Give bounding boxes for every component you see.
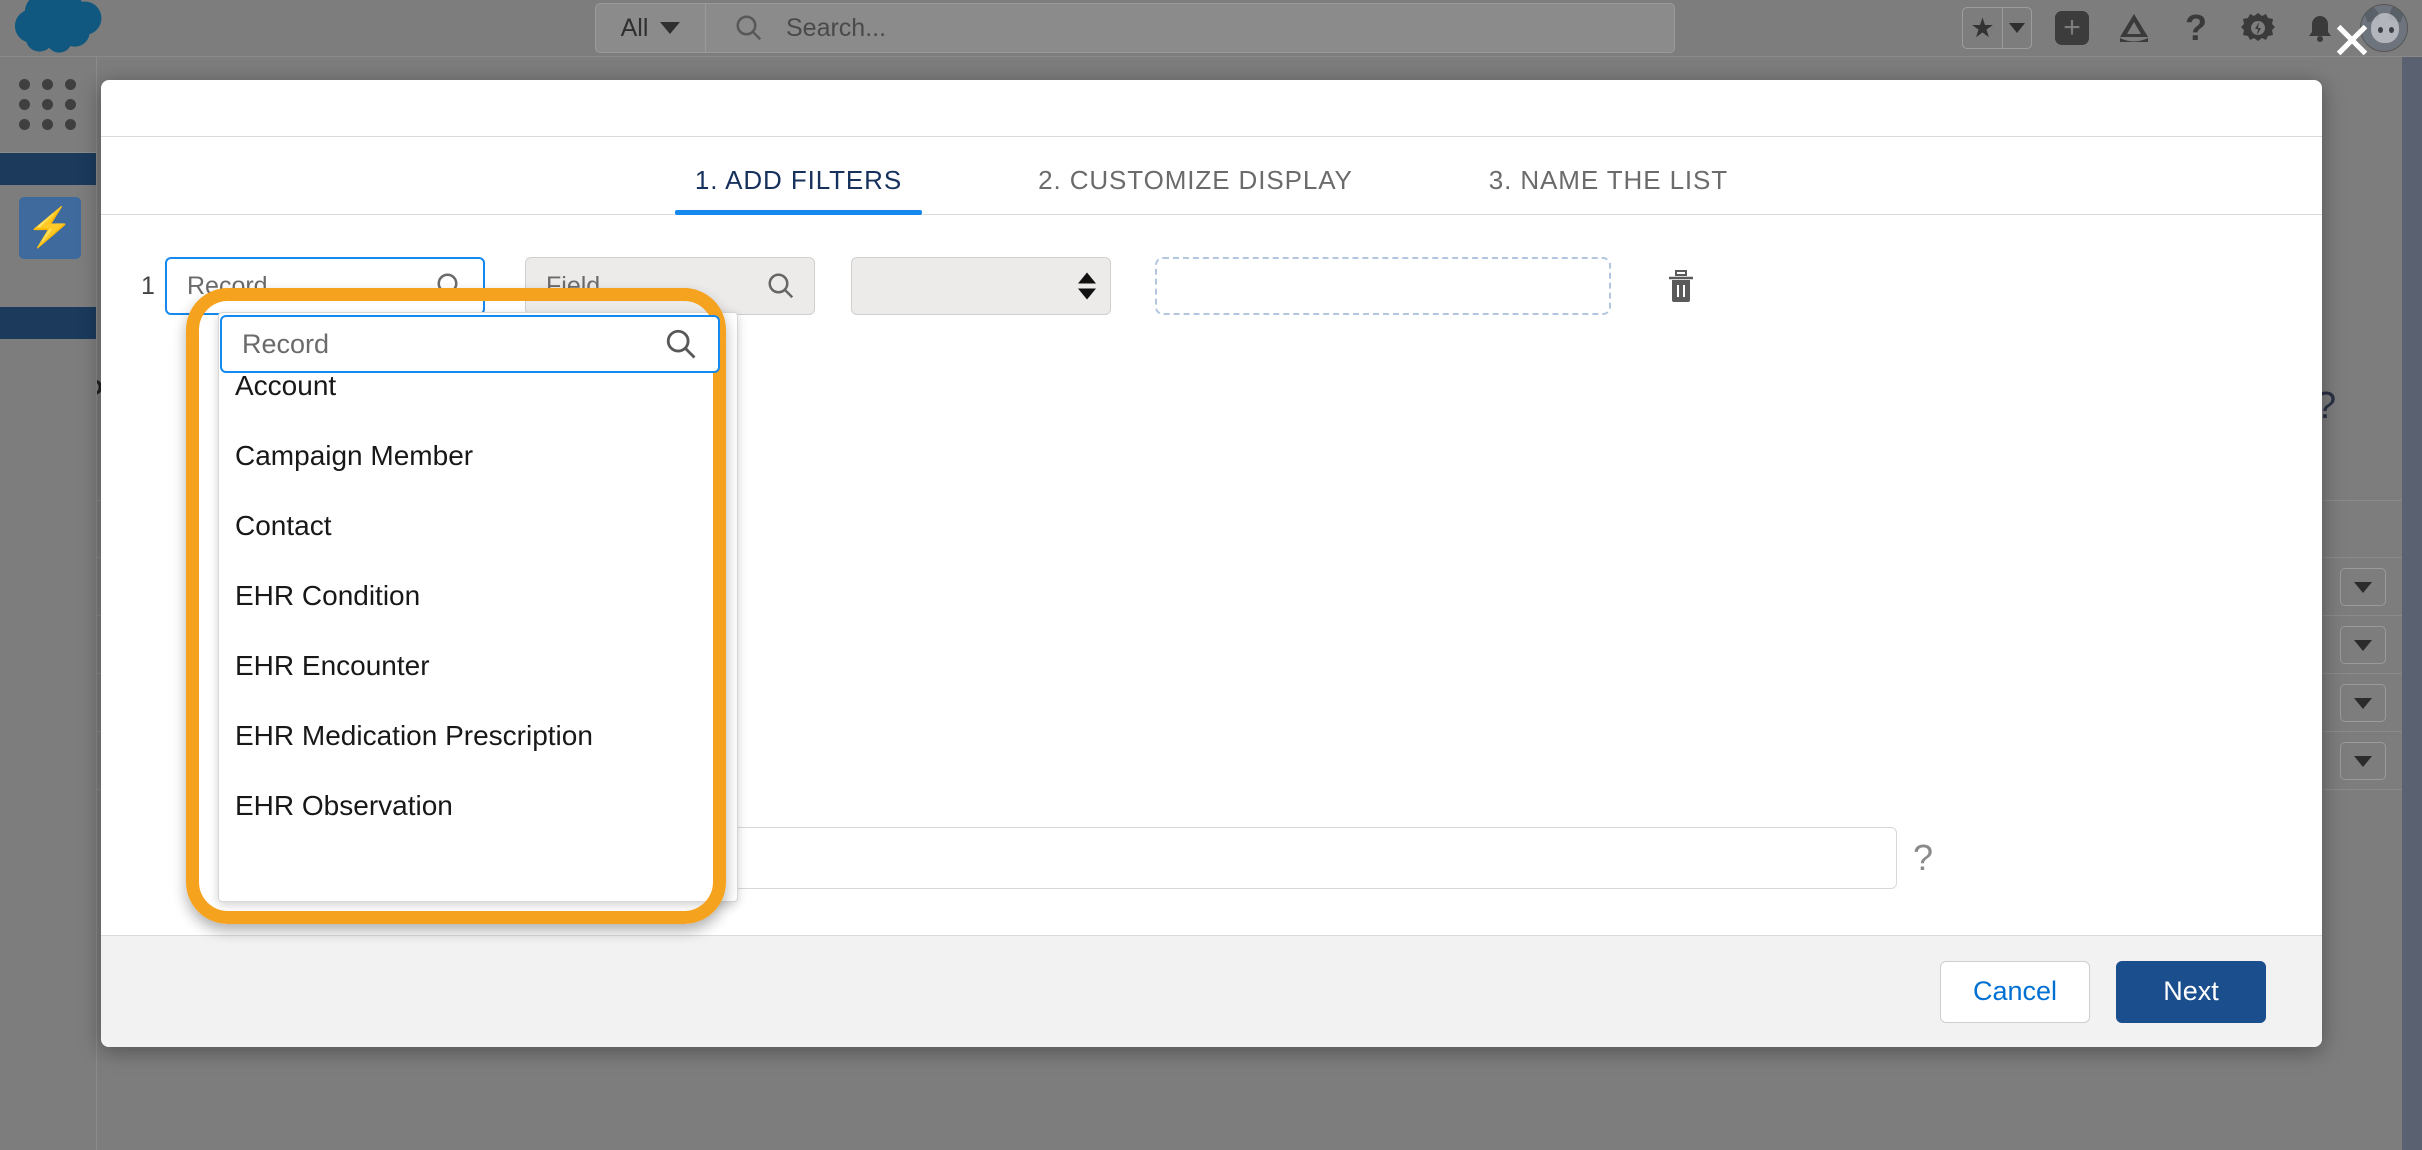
chevron-down-icon — [2009, 23, 2025, 33]
search-icon — [437, 273, 463, 299]
app-launcher-grid-icon[interactable] — [0, 57, 97, 153]
list-item[interactable]: EHR Encounter — [219, 631, 737, 701]
trash-glyph — [1669, 270, 1693, 302]
close-icon[interactable]: ✕ — [2322, 12, 2382, 72]
favorites-group[interactable]: ★ — [1962, 7, 2032, 49]
screen: All P 4 item F ? ⚡ — [0, 0, 2422, 1150]
page-scrollbar[interactable] — [2402, 57, 2422, 1150]
list-item[interactable]: EHR Condition — [219, 561, 737, 631]
row-actions-button[interactable] — [2340, 742, 2386, 780]
mountain-glyph — [2120, 14, 2148, 42]
chevron-down-icon — [2354, 755, 2372, 767]
help-icon[interactable]: ? — [1913, 837, 1933, 879]
modal-header — [101, 80, 2322, 137]
tab-name-the-list[interactable]: 3. NAME THE LIST — [1469, 165, 1748, 214]
list-item[interactable]: EHR Observation — [219, 771, 737, 841]
record-input[interactable]: Record — [165, 257, 485, 315]
search-icon — [736, 15, 762, 41]
bolt-glyph: ⚡ — [26, 207, 74, 249]
chevron-down-icon — [2354, 697, 2372, 709]
spinner-arrows-icon — [1078, 272, 1096, 300]
global-search[interactable]: All Search... — [595, 3, 1675, 53]
help-icon[interactable]: ? — [2174, 6, 2218, 50]
rail-band — [0, 153, 96, 185]
grid-dots — [18, 79, 79, 130]
rail-band — [0, 307, 96, 339]
favorites-star-icon[interactable]: ★ — [1963, 8, 2003, 48]
modal-footer: Cancel Next — [101, 935, 2322, 1047]
search-scope-dropdown[interactable]: All — [596, 4, 706, 52]
list-item[interactable]: Campaign Member — [219, 421, 737, 491]
cancel-button[interactable]: Cancel — [1940, 960, 2090, 1023]
next-button[interactable]: Next — [2116, 960, 2266, 1023]
search-icon — [768, 273, 794, 299]
trash-icon[interactable] — [1659, 268, 1703, 304]
field-input[interactable]: Field — [525, 257, 815, 315]
row-actions-button[interactable] — [2340, 626, 2386, 664]
chevron-down-icon — [2354, 639, 2372, 651]
search-icon — [666, 329, 696, 359]
row-actions-button[interactable] — [2340, 684, 2386, 722]
setup-gear-icon[interactable] — [2236, 6, 2280, 50]
record-search-input[interactable]: Record — [220, 315, 720, 373]
global-header: All Search... ★ + ? — [0, 0, 2422, 57]
list-item[interactable]: EHR Medication Prescription — [219, 701, 737, 771]
search-scope-label: All — [620, 13, 649, 42]
tab-add-filters[interactable]: 1. ADD FILTERS — [674, 165, 923, 215]
operator-select[interactable] — [851, 257, 1111, 315]
gear-glyph — [2241, 13, 2275, 41]
filter-value-input[interactable] — [1155, 257, 1611, 315]
record-dropdown-panel: Account Campaign Member Contact EHR Cond… — [218, 312, 738, 902]
mountain-app-icon[interactable] — [2112, 6, 2156, 50]
list-item[interactable]: Contact — [219, 491, 737, 561]
modal-tabs: 1. ADD FILTERS 2. CUSTOMIZE DISPLAY 3. N… — [101, 137, 2322, 215]
filter-row: 1 Record Field — [101, 257, 2322, 315]
avatar-eye-right — [2389, 27, 2394, 33]
favorites-dropdown-icon[interactable] — [2003, 8, 2031, 48]
field-input-placeholder: Field — [546, 271, 601, 300]
salesforce-cloud-logo[interactable] — [10, 0, 128, 64]
chevron-down-icon — [660, 22, 681, 34]
left-rail: ⚡ — [0, 57, 97, 1150]
add-plus-icon[interactable]: + — [2050, 6, 2094, 50]
lightning-bolt-icon[interactable]: ⚡ — [19, 197, 81, 259]
search-input[interactable]: Search... — [786, 14, 886, 43]
plus-glyph: + — [2055, 11, 2089, 45]
row-actions-button[interactable] — [2340, 568, 2386, 606]
tab-customize-display[interactable]: 2. CUSTOMIZE DISPLAY — [1018, 165, 1373, 214]
record-dropdown-list: Account Campaign Member Contact EHR Cond… — [219, 313, 737, 841]
filter-row-number: 1 — [141, 271, 155, 300]
chevron-down-icon — [2354, 581, 2372, 593]
record-search-placeholder: Record — [242, 328, 330, 359]
record-input-placeholder: Record — [187, 271, 268, 300]
